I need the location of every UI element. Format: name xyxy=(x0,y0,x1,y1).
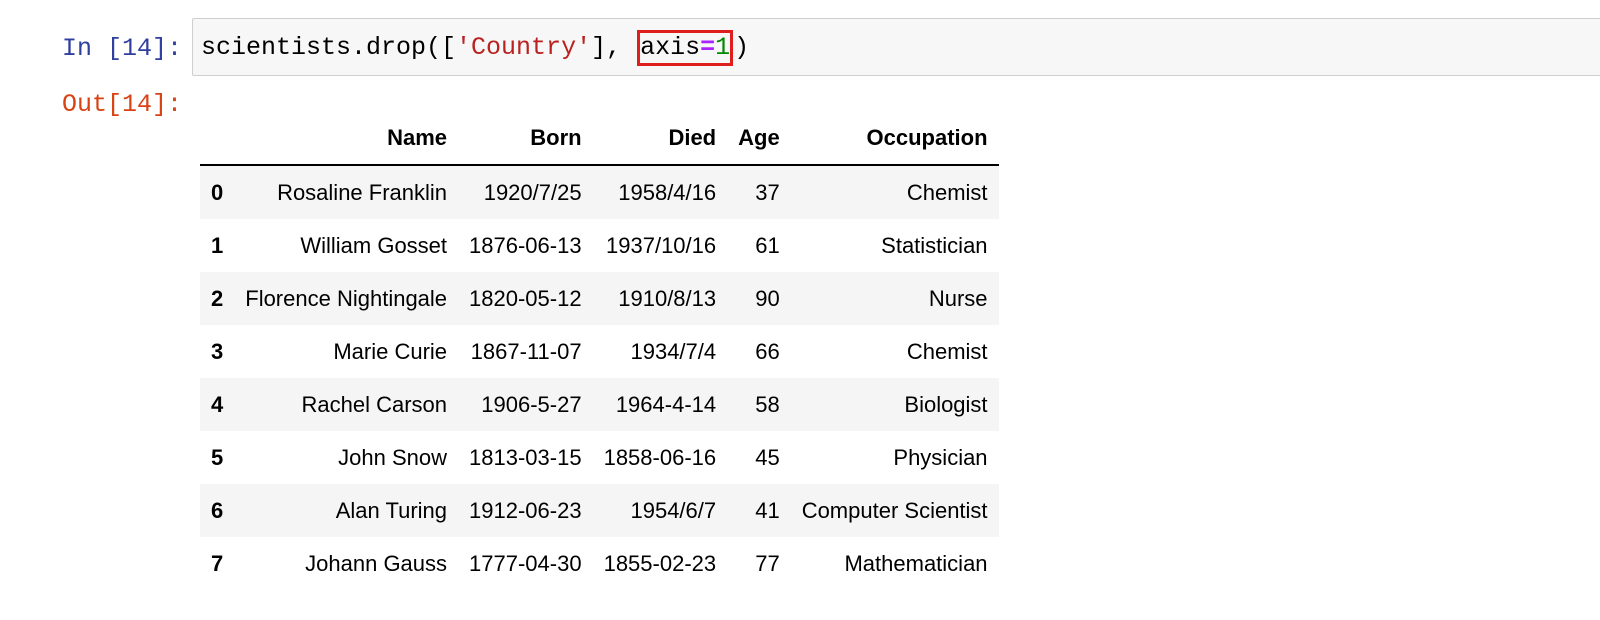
code-call: scientists.drop([ xyxy=(201,33,457,62)
row-index: 4 xyxy=(211,391,224,417)
code-input-area[interactable]: scientists.drop(['Country'], axis=1) xyxy=(192,18,1600,76)
cell-died: 1964-4-14 xyxy=(615,391,717,417)
dataframe-table: Name Born Died Age Occupation 0 Rosaline… xyxy=(200,112,999,590)
column-header-died: Died xyxy=(592,112,728,166)
cell-born: 1912-06-23 xyxy=(469,497,582,523)
table-row: 5 John Snow 1813-03-15 1858-06-16 45 Phy… xyxy=(200,431,999,484)
cell-born: 1813-03-15 xyxy=(469,444,582,470)
cell-name: John Snow xyxy=(338,444,448,470)
table-row: 7 Johann Gauss 1777-04-30 1855-02-23 77 … xyxy=(200,537,999,590)
row-index: 0 xyxy=(211,179,224,205)
table-row: 1 William Gosset 1876-06-13 1937/10/16 6… xyxy=(200,219,999,272)
table-row: 3 Marie Curie 1867-11-07 1934/7/4 66 Che… xyxy=(200,325,999,378)
row-index: 1 xyxy=(211,232,224,258)
code-number: 1 xyxy=(715,33,731,62)
highlight-box: axis=1 xyxy=(637,30,734,66)
column-header-age: Age xyxy=(727,112,791,166)
cell-age: 37 xyxy=(755,179,780,205)
cell-age: 58 xyxy=(755,391,780,417)
cell-name: Florence Nightingale xyxy=(245,285,448,311)
cell-died: 1958/4/16 xyxy=(618,179,717,205)
cell-born: 1920/7/25 xyxy=(483,179,582,205)
cell-age: 61 xyxy=(755,232,780,258)
cell-name: Rosaline Franklin xyxy=(277,179,448,205)
table-row: 2 Florence Nightingale 1820-05-12 1910/8… xyxy=(200,272,999,325)
cell-occupation: Chemist xyxy=(906,338,988,364)
cell-name: Rachel Carson xyxy=(301,391,448,417)
output-prompt: Out[14]: xyxy=(61,90,182,119)
cell-age: 66 xyxy=(755,338,780,364)
table-row: 0 Rosaline Franklin 1920/7/25 1958/4/16 … xyxy=(200,165,999,219)
row-index: 6 xyxy=(211,497,224,523)
cell-died: 1858-06-16 xyxy=(603,444,717,470)
input-prompt: In [14]: xyxy=(61,34,182,63)
code-call-bracket: ], xyxy=(591,33,622,62)
code-keyword-axis: axis xyxy=(640,33,701,62)
row-index: 2 xyxy=(211,285,224,311)
cell-name: Johann Gauss xyxy=(305,550,448,576)
cell-died: 1934/7/4 xyxy=(630,338,717,364)
cell-died: 1954/6/7 xyxy=(630,497,717,523)
cell-died: 1937/10/16 xyxy=(606,232,717,258)
cell-age: 90 xyxy=(755,285,780,311)
cell-name: Alan Turing xyxy=(335,497,448,523)
cell-born: 1820-05-12 xyxy=(469,285,582,311)
cell-age: 77 xyxy=(755,550,780,576)
cell-occupation: Computer Scientist xyxy=(801,497,988,523)
code-close-paren: ) xyxy=(734,33,750,62)
cell-age: 45 xyxy=(755,444,780,470)
column-header-name: Name xyxy=(234,112,459,166)
code-line: scientists.drop(['Country'], axis=1) xyxy=(201,30,750,66)
cell-born: 1906-5-27 xyxy=(481,391,582,417)
column-header-occupation: Occupation xyxy=(790,112,999,166)
cell-occupation: Physician xyxy=(893,444,988,470)
cell-born: 1876-06-13 xyxy=(469,232,582,258)
cell-died: 1910/8/13 xyxy=(618,285,717,311)
cell-born: 1777-04-30 xyxy=(469,550,582,576)
row-index: 3 xyxy=(211,338,224,364)
table-row: 4 Rachel Carson 1906-5-27 1964-4-14 58 B… xyxy=(200,378,999,431)
cell-born: 1867-11-07 xyxy=(470,338,582,364)
cell-age: 41 xyxy=(755,497,780,523)
cell-occupation: Nurse xyxy=(928,285,988,311)
column-header-index xyxy=(200,112,235,166)
cell-name: Marie Curie xyxy=(333,338,448,364)
table-row: 6 Alan Turing 1912-06-23 1954/6/7 41 Com… xyxy=(200,484,999,537)
row-index: 7 xyxy=(211,550,224,576)
column-header-born: Born xyxy=(458,112,593,166)
code-operator: = xyxy=(700,33,716,62)
table-header-row: Name Born Died Age Occupation xyxy=(200,112,999,166)
row-index: 5 xyxy=(211,444,224,470)
cell-name: William Gosset xyxy=(300,232,448,258)
cell-died: 1855-02-23 xyxy=(603,550,717,576)
cell-occupation: Chemist xyxy=(906,179,988,205)
code-string-literal: 'Country' xyxy=(456,33,592,62)
cell-occupation: Mathematician xyxy=(844,550,988,576)
cell-occupation: Statistician xyxy=(881,232,988,258)
cell-occupation: Biologist xyxy=(904,391,988,417)
